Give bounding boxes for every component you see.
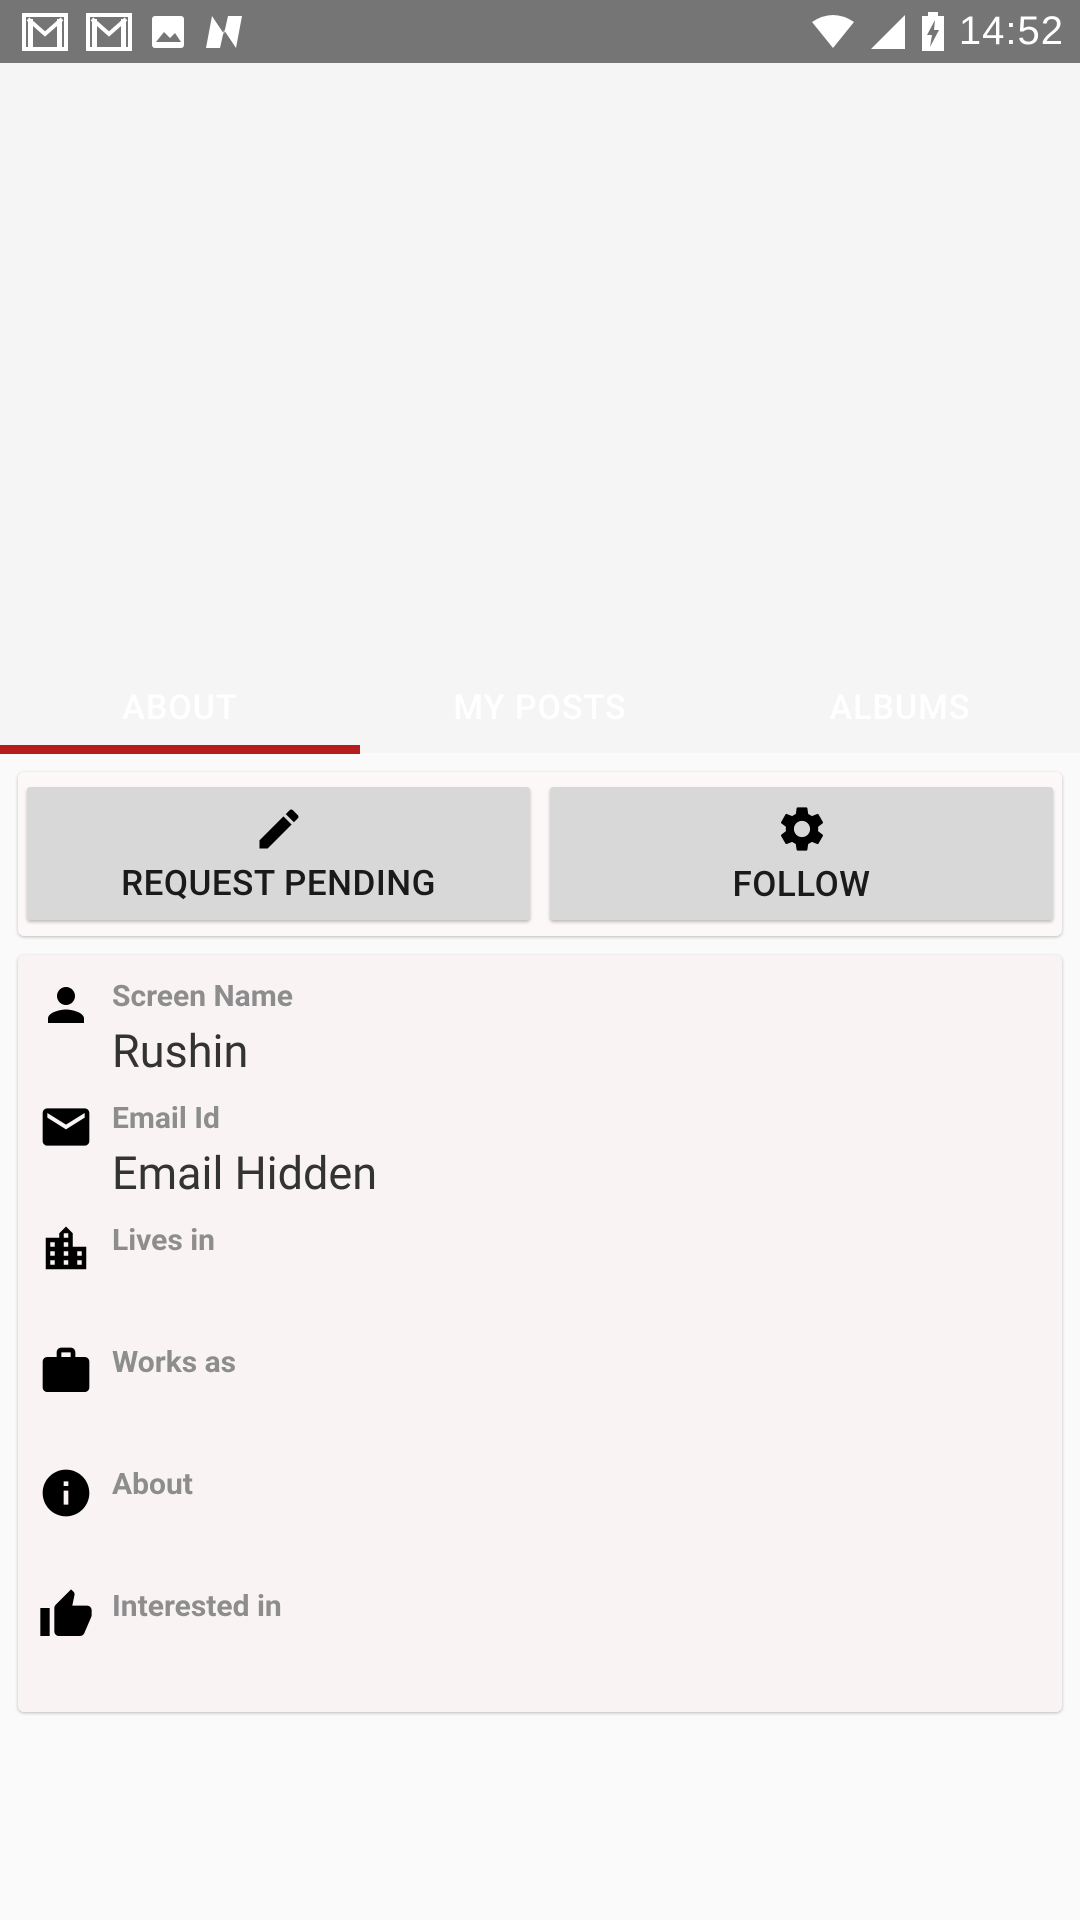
pencil-icon [253,803,305,855]
email-label: Email Id [112,1101,220,1136]
request-pending-button[interactable]: REQUEST PENDING [27,787,530,920]
tab-about[interactable]: ABOUT [0,662,360,754]
city-icon [38,1221,94,1277]
notification-icons [22,12,244,52]
info-icon [38,1465,94,1521]
request-pending-label: REQUEST PENDING [121,863,436,904]
status-bar: 14:52 [0,0,1080,63]
person-icon [38,977,94,1033]
gmail-icon [22,12,68,52]
gear-icon [775,802,829,856]
signal-icon [869,13,907,51]
actions-card: REQUEST PENDING FOLLOW [18,772,1062,936]
screen-name-value: Rushin [112,1025,249,1078]
interested-in-label: Interested in [112,1589,282,1624]
follow-label: FOLLOW [732,864,871,905]
image-icon [150,14,186,50]
screen-name-row: Screen Name Rushin [18,955,1062,1078]
lives-in-label: Lives in [112,1223,215,1258]
about-label: About [112,1467,193,1502]
profile-info-card: Screen Name Rushin Email Id Email Hidden… [18,955,1062,1712]
system-icons: 14:52 [811,9,1064,54]
wifi-icon [811,14,855,50]
profile-tabs: ABOUT MY POSTS ALBUMS [0,662,1080,754]
thumbs-up-icon [38,1587,94,1643]
gmail-icon [86,12,132,52]
about-row: About [18,1443,1062,1565]
tab-my-posts[interactable]: MY POSTS [360,662,720,754]
profile-header [0,63,1080,753]
works-as-label: Works as [112,1345,237,1380]
briefcase-icon [38,1343,94,1399]
tab-albums[interactable]: ALBUMS [720,662,1080,754]
tab-indicator [0,745,360,754]
email-icon [38,1099,94,1155]
email-row: Email Id Email Hidden [18,1077,1062,1200]
email-value: Email Hidden [112,1147,378,1200]
battery-charging-icon [921,11,945,52]
interested-in-row: Interested in [18,1565,1062,1687]
works-as-row: Works as [18,1321,1062,1443]
n-app-icon [204,14,244,50]
screen-name-label: Screen Name [112,979,293,1014]
clock: 14:52 [958,9,1064,53]
follow-button[interactable]: FOLLOW [550,787,1053,920]
lives-in-row: Lives in [18,1199,1062,1321]
